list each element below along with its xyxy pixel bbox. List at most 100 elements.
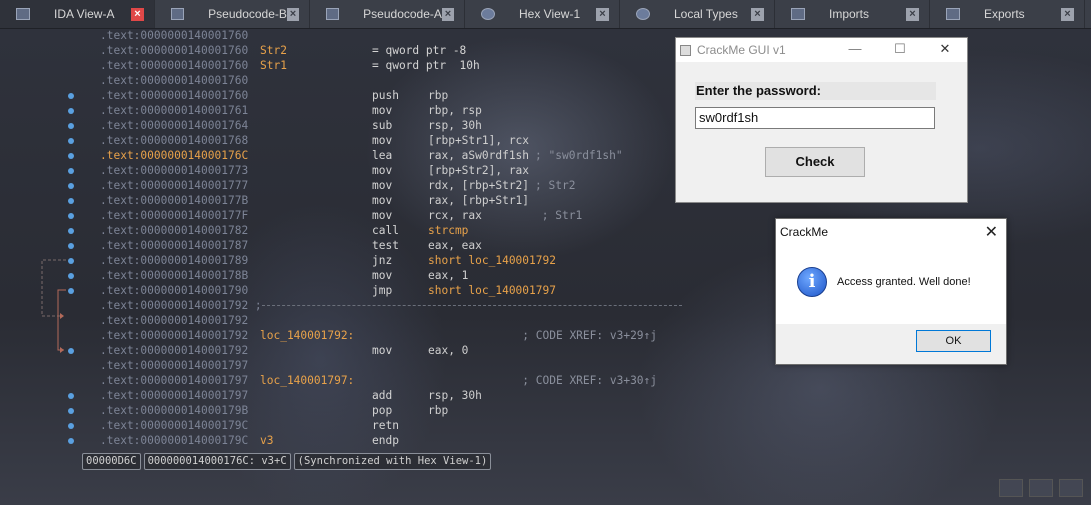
message-text: Access granted. Well done! [837,276,971,288]
listing-row[interactable]: .text:0000000140001782 call strcmp [0,223,700,238]
listing-row[interactable]: .text:000000014000178B mov eax, 1 [0,268,700,283]
corner-button[interactable] [1029,479,1053,497]
tab-imports[interactable]: Imports × [775,0,930,28]
row-label: v3 [260,434,274,447]
row-mnemonic: push [372,89,399,102]
row-mnemonic: call [372,224,399,237]
crackme-body: Enter the password: sw0rdf1sh Check [676,62,967,202]
row-mnemonic: endp [372,434,399,447]
tab-local-types[interactable]: Local Types × [620,0,775,28]
tab-close-icon[interactable]: × [441,7,454,21]
listing-row[interactable]: .text:0000000140001760 [0,28,700,43]
listing-row[interactable]: .text:0000000140001792 loc_140001792: ; C… [0,328,700,343]
crackme-titlebar[interactable]: CrackMe GUI v1 — ☐ ✕ [676,38,967,62]
listing-row[interactable]: .text:0000000140001792 ; [0,298,700,313]
tab-exports[interactable]: Exports × [930,0,1085,28]
row-address: .text:000000014000178B [100,269,249,282]
listing-row[interactable]: .text:0000000140001760 Str1 = qword ptr 10… [0,58,700,73]
row-mnemonic: test [372,239,399,252]
listing-row[interactable]: .text:0000000140001760 push rbp [0,88,700,103]
row-operand-text: short loc_140001797 [428,284,556,297]
tab-close-icon[interactable]: × [906,7,919,21]
row-address: .text:0000000140001773 [100,164,249,177]
listing-row[interactable]: .text:0000000140001797 loc_140001797: ; C… [0,373,700,388]
row-mnemonic: retn [372,419,399,432]
tab-close-icon[interactable]: × [751,7,764,21]
row-mnemonic: mov [372,164,393,177]
row-address: .text:0000000140001760 [100,44,249,57]
listing-row[interactable]: .text:0000000140001761 mov rbp, rsp [0,103,700,118]
listing-row[interactable]: .text:000000014000179C v3 endp [0,433,700,448]
status-bar: 00000D6C 000000014000176C: v3+C (Synchro… [82,453,492,470]
tab-close-icon[interactable]: × [131,7,144,21]
corner-button[interactable] [999,479,1023,497]
row-mnemonic: add [372,389,393,402]
tab-bar: IDA View-A × Pseudocode-B × Pseudocode-A × Hex… [0,0,1091,29]
close-icon[interactable]: ✕ [930,41,960,57]
minimize-icon[interactable]: — [840,41,870,56]
row-mnemonic: lea [372,149,393,162]
listing-row[interactable]: .text:0000000140001760 [0,73,700,88]
listing-row[interactable]: .text:000000014000177F mov rcx, rax ; Str1 [0,208,700,223]
tab-close-icon[interactable]: × [596,7,609,21]
row-address: .text:0000000140001760 [100,74,249,87]
row-operands: rax, [rbp+Str1] [428,193,535,208]
row-operands: eax, 0 [428,343,474,358]
row-operands: rbp, rsp [428,103,488,118]
message-box-title: CrackMe [780,225,829,239]
app-icon [680,44,691,56]
row-mnemonic: mov [372,209,393,222]
listing-row[interactable]: .text:0000000140001777 mov rdx, [rbp+Str2]… [0,178,700,193]
listing-row[interactable]: .text:0000000140001760 Str2 = qword ptr -8 [0,43,700,58]
listing-row[interactable]: .text:0000000140001790 jmp short loc_14000… [0,283,700,298]
listing-row[interactable]: .text:0000000140001797 [0,358,700,373]
ok-button[interactable]: OK [916,330,991,352]
listing-row[interactable]: .text:000000014000176C lea rax, aSw0rdf1sh… [0,148,700,163]
row-address: .text:0000000140001792 [100,314,249,327]
tab-hex-view-1[interactable]: Hex View-1 × [465,0,620,28]
password-input[interactable]: sw0rdf1sh [695,107,935,129]
tab-label: Imports [829,7,870,21]
row-mnemonic: jmp [372,284,393,297]
crackme-gui-window: CrackMe GUI v1 — ☐ ✕ Enter the password:… [675,37,968,203]
tab-close-icon[interactable]: × [286,7,299,21]
row-label: Str1 [260,59,287,72]
tab-close-icon[interactable]: × [1061,7,1074,21]
tab-label: Local Types [674,7,738,21]
listing-row[interactable]: .text:0000000140001773 mov [rbp+Str2], rax [0,163,700,178]
tab-pseudocode-b[interactable]: Pseudocode-B × [155,0,310,28]
listing-row[interactable]: .text:0000000140001789 jnz short loc_14000… [0,253,700,268]
row-address: .text:0000000140001760 [100,59,249,72]
row-operand-text: rax, [rbp+Str1] [428,194,530,207]
pseudocode-icon [326,8,340,20]
tab-ida-view-a[interactable]: IDA View-A × [0,0,155,28]
listing-row[interactable]: .text:0000000140001768 mov [rbp+Str1], rcx [0,133,700,148]
tab-label: IDA View-A [54,7,115,21]
listing-row[interactable]: .text:0000000140001787 test eax, eax [0,238,700,253]
row-operands: strcmp [428,223,474,238]
listing-row[interactable]: .text:000000014000179B pop rbp [0,403,700,418]
listing-row[interactable]: .text:0000000140001764 sub rsp, 30h [0,118,700,133]
listing-row[interactable]: .text:0000000140001792 mov eax, 0 [0,343,700,358]
message-box-titlebar[interactable]: CrackMe ✕ [776,219,1006,245]
listing-row[interactable]: .text:0000000140001792 [0,313,700,328]
row-operand-text: [rbp+Str1], rcx [428,134,530,147]
listing-row[interactable]: .text:000000014000179C retn [0,418,700,433]
row-address: .text:0000000140001777 [100,179,249,192]
row-address: .text:0000000140001792 [100,344,249,357]
listing-row[interactable]: .text:000000014000177B mov rax, [rbp+Str1] [0,193,700,208]
close-icon[interactable]: ✕ [985,222,998,242]
maximize-icon[interactable]: ☐ [885,41,915,57]
corner-button[interactable] [1059,479,1083,497]
row-address: .text:0000000140001764 [100,119,249,132]
row-mnemonic: mov [372,179,393,192]
check-button[interactable]: Check [765,147,865,177]
row-operand-text: rdx, [rbp+Str2] [428,179,530,192]
exports-icon [946,8,960,20]
tab-pseudocode-a[interactable]: Pseudocode-A × [310,0,465,28]
row-address: .text:000000014000176C [100,149,249,162]
listing-row[interactable]: .text:0000000140001797 add rsp, 30h [0,388,700,403]
row-mnemonic: = qword ptr -8 [372,44,467,57]
row-comment: ; "sw0rdf1sh" [535,149,623,162]
info-icon: i [797,267,827,297]
